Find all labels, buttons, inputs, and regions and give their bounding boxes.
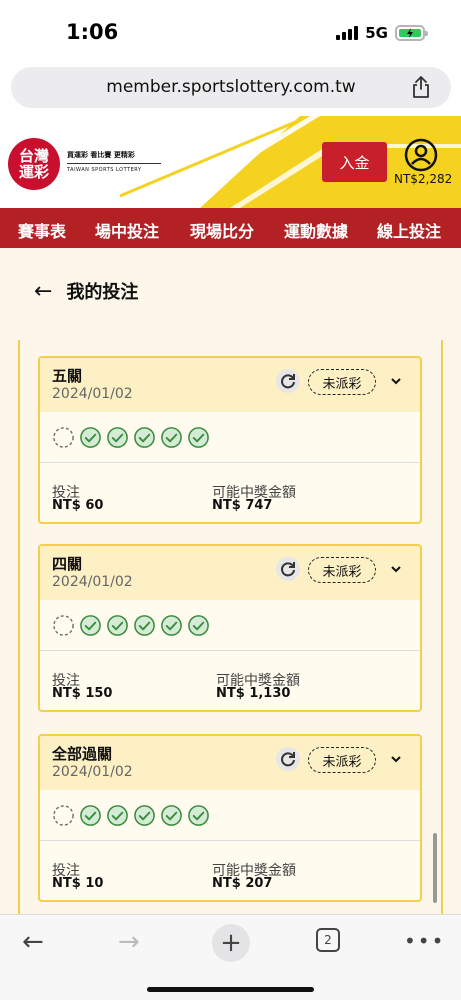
refresh-icon[interactable] (276, 557, 300, 581)
url-bar[interactable]: member.sportslottery.com.tw (11, 67, 451, 108)
check-circle-icon (134, 427, 155, 448)
status-time: 1:06 (66, 20, 119, 44)
browser-toolbar: ← → + 2 ••• (0, 914, 461, 1000)
bet-legs (52, 614, 210, 637)
bet-card-header[interactable]: 四關 2024/01/02 未派彩 (40, 546, 420, 600)
logo-slogan: 買運彩 看比賽 更精彩 (67, 151, 135, 159)
bet-legs (52, 804, 210, 827)
stake-value: NT$ 150 (52, 686, 113, 701)
list-border-right (441, 340, 443, 914)
check-circle-icon (80, 615, 101, 636)
browser-back-icon[interactable]: ← (22, 927, 44, 957)
page-title: 我的投注 (66, 282, 139, 303)
share-icon[interactable] (411, 76, 431, 98)
dashed-circle-icon (53, 805, 74, 826)
check-circle-icon (188, 615, 209, 636)
bet-title: 全部過關 (52, 745, 113, 763)
check-circle-icon (80, 427, 101, 448)
network-type: 5G (365, 24, 388, 42)
content-area: ← 我的投注 五關 2024/01/02 未派彩 投注 NT$ 60 可能中獎金額 NT$ … (0, 248, 461, 914)
new-tab-icon[interactable]: + (212, 924, 250, 962)
check-circle-icon (107, 805, 128, 826)
more-icon[interactable]: ••• (404, 929, 445, 953)
status-badge: 未派彩 (308, 369, 376, 395)
bet-card-header[interactable]: 全部過關 2024/01/02 未派彩 (40, 736, 420, 790)
refresh-icon[interactable] (276, 369, 300, 393)
check-circle-icon (161, 615, 182, 636)
tabs-button[interactable]: 2 (316, 928, 340, 952)
check-circle-icon (161, 427, 182, 448)
nav-item-live-betting[interactable]: 場中投注 (95, 218, 159, 242)
bet-card-header[interactable]: 五關 2024/01/02 未派彩 (40, 358, 420, 412)
logo-texts: 買運彩 看比賽 更精彩 TAIWAN SPORTS LOTTERY (67, 150, 161, 173)
account-balance: NT$2,282 (394, 172, 453, 186)
status-indicators: 5G (336, 24, 428, 42)
card-divider (40, 462, 420, 463)
stake-value: NT$ 10 (52, 876, 104, 891)
nav-item-online-betting[interactable]: 線上投注 (377, 218, 441, 242)
dashed-circle-icon (53, 615, 74, 636)
status-badge: 未派彩 (308, 557, 376, 583)
nav-item-live-score[interactable]: 現場比分 (190, 218, 254, 242)
site-logo[interactable]: 台灣 運彩 (8, 138, 60, 190)
bet-title: 四關 (52, 555, 83, 573)
home-indicator (147, 987, 314, 992)
browser-forward-icon[interactable]: → (118, 927, 140, 957)
bet-date: 2024/01/02 (52, 386, 133, 402)
user-circle-icon[interactable] (404, 138, 438, 172)
check-circle-icon (161, 805, 182, 826)
page: 1:06 5G member.sportslottery.com.tw 台灣 運… (0, 0, 461, 1000)
nav-item-schedule[interactable]: 賽事表 (18, 218, 66, 242)
check-circle-icon (188, 427, 209, 448)
bet-legs (52, 426, 210, 449)
check-circle-icon (107, 427, 128, 448)
stake-value: NT$ 60 (52, 498, 104, 513)
logo-underline (67, 163, 161, 164)
check-circle-icon (134, 615, 155, 636)
bet-card[interactable]: 五關 2024/01/02 未派彩 投注 NT$ 60 可能中獎金額 NT$ 747 (38, 356, 422, 524)
signal-icon (336, 26, 359, 40)
check-circle-icon (134, 805, 155, 826)
page-header: ← 我的投注 (34, 278, 138, 304)
refresh-icon[interactable] (276, 747, 300, 771)
bet-date: 2024/01/02 (52, 574, 133, 590)
bet-card[interactable]: 全部過關 2024/01/02 未派彩 投注 NT$ 10 可能中獎金額 NT$ 207 (38, 734, 422, 902)
payout-value: NT$ 207 (212, 876, 273, 891)
scrollbar[interactable] (433, 833, 437, 903)
list-border-left (18, 340, 20, 914)
check-circle-icon (188, 805, 209, 826)
bet-date: 2024/01/02 (52, 764, 133, 780)
dashed-circle-icon (53, 427, 74, 448)
check-circle-icon (80, 805, 101, 826)
bet-title: 五關 (52, 367, 83, 385)
arrow-left-icon[interactable]: ← (34, 279, 52, 304)
chevron-down-icon[interactable] (390, 754, 402, 764)
status-badge: 未派彩 (308, 747, 376, 773)
battery-icon (395, 25, 428, 41)
chevron-down-icon[interactable] (390, 564, 402, 574)
logo-english: TAIWAN SPORTS LOTTERY (67, 167, 142, 173)
payout-value: NT$ 747 (212, 498, 273, 513)
bet-card[interactable]: 四關 2024/01/02 未派彩 投注 NT$ 150 可能中獎金額 NT$ 1,130 (38, 544, 422, 712)
payout-value: NT$ 1,130 (216, 686, 291, 701)
check-circle-icon (107, 615, 128, 636)
nav-item-sports-data[interactable]: 運動數據 (284, 218, 348, 242)
url-text[interactable]: member.sportslottery.com.tw (11, 77, 451, 97)
card-divider (40, 840, 420, 841)
deposit-button[interactable]: 入金 (322, 142, 387, 182)
status-bar: 1:06 5G (0, 0, 461, 62)
card-divider (40, 650, 420, 651)
site-header: 台灣 運彩 買運彩 看比賽 更精彩 TAIWAN SPORTS LOTTERY … (0, 116, 461, 208)
main-nav: 賽事表 場中投注 現場比分 運動數據 線上投注 (0, 208, 461, 248)
chevron-down-icon[interactable] (390, 376, 402, 386)
